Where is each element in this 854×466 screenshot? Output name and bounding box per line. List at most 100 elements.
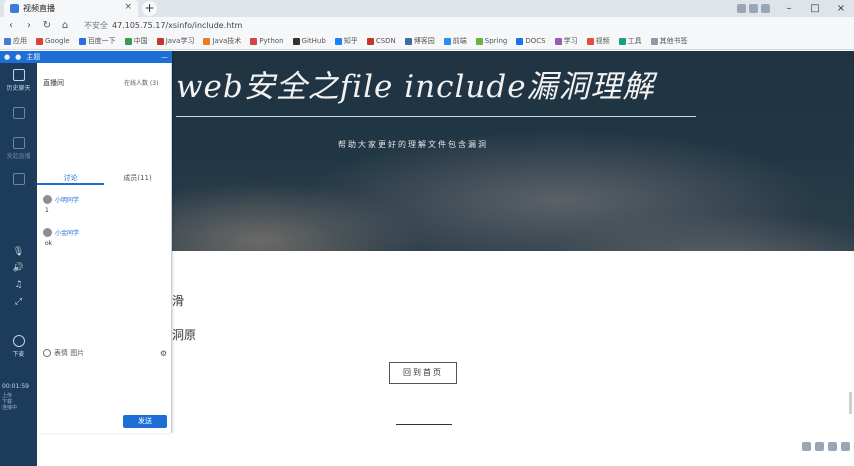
message-text: 1 xyxy=(45,207,49,214)
bookmark-favicon-icon xyxy=(334,37,342,45)
bookmark-favicon-icon xyxy=(554,37,562,45)
tray-icon[interactable] xyxy=(749,4,758,13)
bookmark-label: 学习 xyxy=(563,37,578,45)
close-window-button[interactable]: × xyxy=(828,3,854,14)
panel-header-theme[interactable]: 主题 xyxy=(26,52,40,62)
bookmark-item[interactable]: Java技术 xyxy=(203,36,241,46)
panel-header-icon[interactable]: ● xyxy=(4,53,10,61)
settings-icon xyxy=(12,173,25,185)
message-author[interactable]: 小金同学 xyxy=(43,226,79,238)
tray-icon[interactable] xyxy=(828,442,837,451)
document-icon xyxy=(12,107,25,119)
panel-tabs: 讨论 成员(11) xyxy=(37,171,171,185)
chat-panel: ● ● 主题 — 直播间 在线人数 (3) 讨论 成员(11) 小明同学 1 小… xyxy=(0,51,172,433)
forward-button[interactable]: › xyxy=(24,20,34,31)
exit-mic-button[interactable]: 下麦 xyxy=(0,335,37,358)
page-subtitle: 帮助大家更好的理解文件包含漏洞 xyxy=(338,140,488,149)
address-bar[interactable]: 不安全 47.105.75.17/xsinfo/include.htm xyxy=(78,19,678,31)
network-info: 上传 下载 连接中 xyxy=(2,393,36,411)
chat-toolbar-label[interactable]: 表情 图片 xyxy=(54,348,84,358)
tab-discussion[interactable]: 讨论 xyxy=(37,171,104,185)
tab-favicon-icon xyxy=(10,4,19,13)
message-author[interactable]: 小明同学 xyxy=(43,193,79,205)
bookmark-label: 博客园 xyxy=(413,37,435,45)
bookmark-item[interactable]: 应用 xyxy=(4,36,27,46)
bookmark-favicon-icon xyxy=(78,37,86,45)
tray-icon[interactable] xyxy=(737,4,746,13)
mic-icon[interactable]: 🎙 xyxy=(0,247,37,257)
gear-icon[interactable]: ⚙ xyxy=(160,349,167,358)
avatar xyxy=(43,194,52,204)
new-tab-button[interactable]: + xyxy=(142,1,157,16)
tray-icon[interactable] xyxy=(761,4,770,13)
bookmark-item[interactable]: CSDN xyxy=(366,37,396,45)
emoji-icon[interactable] xyxy=(43,349,51,357)
chat-history-icon xyxy=(12,69,25,81)
browser-tab-active[interactable]: 视频直播 × xyxy=(4,0,138,17)
tab-close-icon[interactable]: × xyxy=(124,2,132,12)
bookmark-favicon-icon xyxy=(586,37,594,45)
panel-minimize-button[interactable]: — xyxy=(161,53,168,61)
bookmark-label: GitHub xyxy=(301,37,326,45)
system-tray xyxy=(802,442,850,451)
back-home-button[interactable]: 回到首页 xyxy=(389,362,457,384)
rail-item-label: 发起直播 xyxy=(6,153,31,160)
maximize-button[interactable]: □ xyxy=(802,3,828,14)
tray-icon[interactable] xyxy=(802,442,811,451)
bookmark-item[interactable]: 前端 xyxy=(443,36,467,46)
bookmark-item[interactable]: 百度一下 xyxy=(78,36,116,46)
rail-item-4[interactable] xyxy=(0,173,37,187)
author-name: 小明同学 xyxy=(55,196,80,204)
bookmark-label: 知乎 xyxy=(343,37,358,45)
bookmark-item[interactable]: 知乎 xyxy=(334,36,358,46)
bookmark-item[interactable]: DOCS xyxy=(516,37,546,45)
url-text[interactable]: 47.105.75.17/xsinfo/include.htm xyxy=(112,21,242,30)
tray-icon[interactable] xyxy=(815,442,824,451)
rail-item-2[interactable] xyxy=(0,107,37,121)
rail-item-label: 历史聊天 xyxy=(6,85,31,92)
message-text: ok xyxy=(45,240,53,247)
bookmark-favicon-icon xyxy=(650,37,658,45)
bookmark-favicon-icon xyxy=(443,37,451,45)
home-icon[interactable]: ⌂ xyxy=(60,20,70,31)
send-button[interactable]: 发送 xyxy=(123,415,167,428)
bookmark-item[interactable]: 博客园 xyxy=(404,36,435,46)
reload-button[interactable]: ↻ xyxy=(42,20,52,31)
message-list: 小明同学 1 小金同学 ok xyxy=(43,193,79,259)
bookmark-favicon-icon xyxy=(4,37,11,45)
bookmark-label: Python xyxy=(259,37,284,45)
rail-item-live[interactable]: 发起直播 xyxy=(0,137,37,160)
music-icon[interactable]: ♫ xyxy=(0,280,37,290)
expand-icon[interactable]: ⤢ xyxy=(0,297,37,307)
tray-icon[interactable] xyxy=(841,442,850,451)
bookmark-favicon-icon xyxy=(618,37,626,45)
tab-members[interactable]: 成员(11) xyxy=(104,171,171,185)
bookmark-item[interactable]: Java学习 xyxy=(156,36,194,46)
panel-header-icon[interactable]: ● xyxy=(15,53,21,61)
minimize-button[interactable]: – xyxy=(776,3,802,14)
security-indicator[interactable]: 不安全 xyxy=(84,20,108,31)
live-timer: 00:01:59 xyxy=(2,383,29,390)
author-name: 小金同学 xyxy=(55,229,80,237)
bookmark-item[interactable]: 其他书签 xyxy=(650,36,688,46)
speaker-icon[interactable]: 🔊 xyxy=(0,263,37,273)
title-divider xyxy=(176,116,696,117)
bookmark-label: 百度一下 xyxy=(87,37,116,45)
bookmark-favicon-icon xyxy=(124,37,132,45)
back-button[interactable]: ‹ xyxy=(6,20,16,31)
bookmark-label: Spring xyxy=(484,37,508,45)
bookmark-label: CSDN xyxy=(375,37,396,45)
bookmark-item[interactable]: 工具 xyxy=(618,36,642,46)
bookmark-item[interactable]: 学习 xyxy=(554,36,578,46)
bookmark-item[interactable]: 视频 xyxy=(586,36,610,46)
bookmark-item[interactable]: 中国 xyxy=(124,36,148,46)
bookmark-item[interactable]: Google xyxy=(36,37,70,45)
bookmark-label: 其他书签 xyxy=(659,37,688,45)
bookmark-item[interactable]: Python xyxy=(250,37,284,45)
live-app-rail: 历史聊天 发起直播 🎙 🔊 ♫ ⤢ 下麦 00:01:59 上传 下载 连接中 xyxy=(0,51,37,466)
bookmark-item[interactable]: GitHub xyxy=(292,37,326,45)
rail-item-history[interactable]: 历史聊天 xyxy=(0,69,37,92)
window-controls: – □ × xyxy=(737,0,854,17)
bookmark-item[interactable]: Spring xyxy=(475,37,508,45)
scrollbar-thumb[interactable] xyxy=(849,392,852,414)
